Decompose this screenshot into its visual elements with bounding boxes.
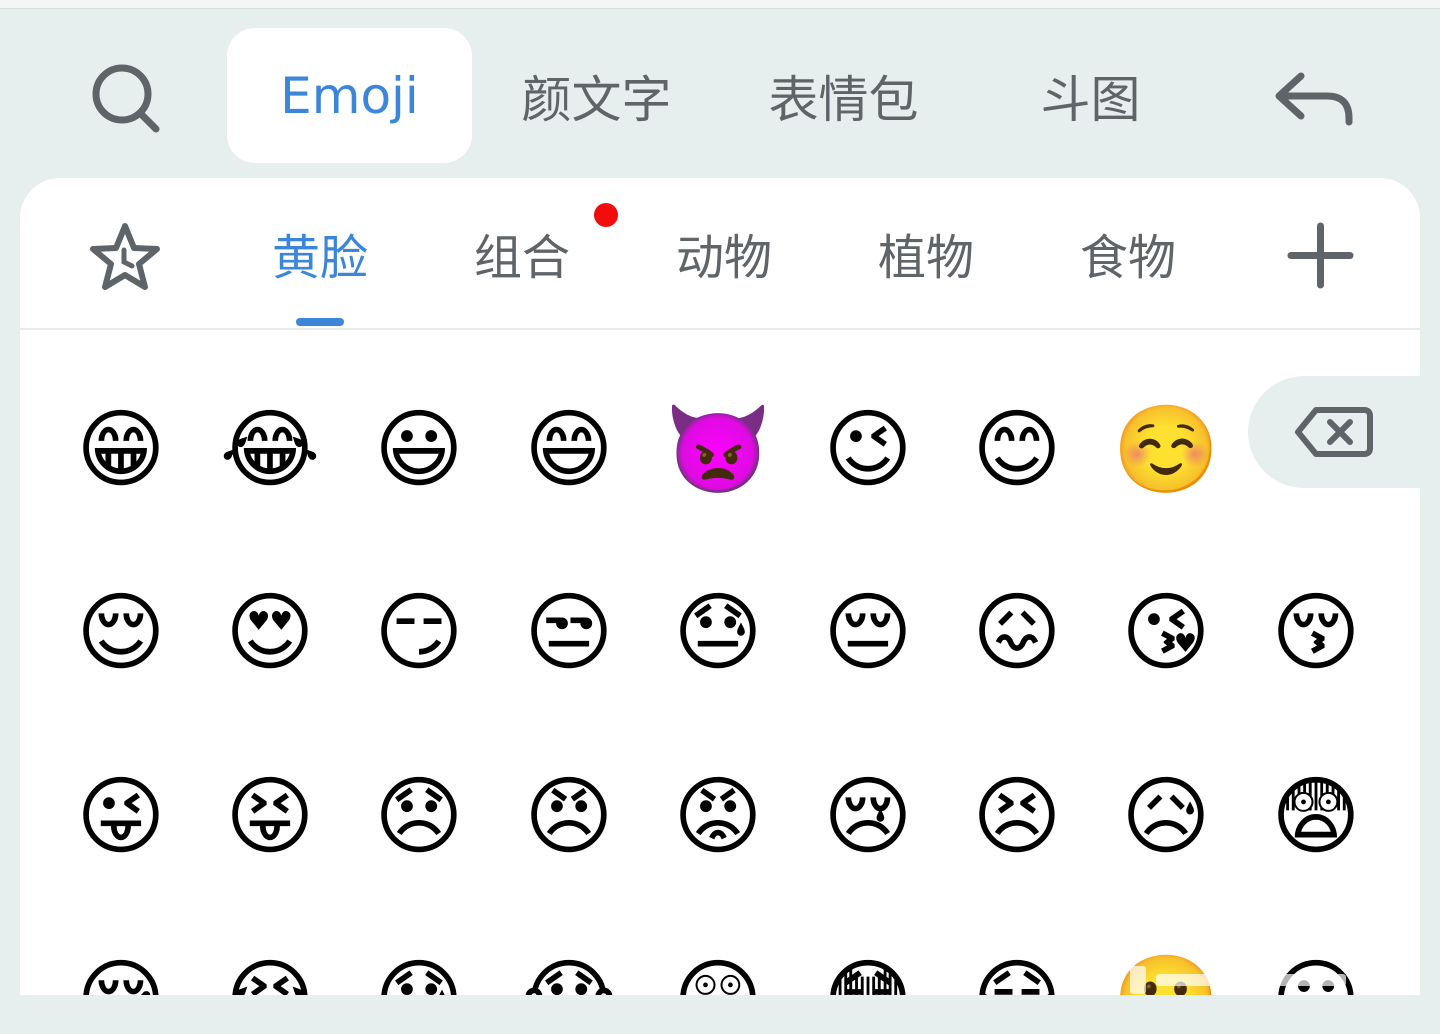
emoji-key[interactable]: ☺️ <box>1101 385 1231 515</box>
emoji-key[interactable]: 😖 <box>952 568 1082 698</box>
emoji-glyph: 😜 <box>76 767 166 867</box>
backspace-icon <box>1295 407 1373 457</box>
emoji-glyph: 😝 <box>225 767 315 867</box>
emoji-glyph: 😨 <box>1271 767 1361 867</box>
emoji-key[interactable]: 😍 <box>205 568 335 698</box>
emoji-glyph: 😏 <box>374 583 464 683</box>
emoji-glyph: ☺️ <box>1112 400 1220 500</box>
emoji-glyph: 😁 <box>76 400 166 500</box>
category-tab-yellow-faces[interactable]: 黄脸 <box>240 208 400 298</box>
tab-kaomoji[interactable]: 颜文字 <box>474 28 719 163</box>
emoji-glyph: 😡 <box>673 767 763 867</box>
emoji-key[interactable]: 😓 <box>653 568 783 698</box>
add-category-button[interactable] <box>1283 218 1358 293</box>
emoji-key[interactable]: 😞 <box>354 752 484 882</box>
emoji-glyph: 😞 <box>374 767 464 867</box>
delete-button[interactable] <box>1248 376 1420 488</box>
emoji-key[interactable]: 😘 <box>1101 568 1231 698</box>
emoji-glyph: 😪 <box>76 957 166 995</box>
favorites-button[interactable] <box>85 218 165 298</box>
new-badge <box>594 203 618 227</box>
category-tab-combos[interactable]: 组合 <box>442 208 602 298</box>
emoji-key[interactable]: 😭 <box>205 935 335 995</box>
emoji-key[interactable]: 😣 <box>952 752 1082 882</box>
active-tab-indicator <box>296 318 344 326</box>
emoji-glyph: 😊 <box>972 400 1062 500</box>
emoji-key[interactable]: 👿 <box>653 385 783 515</box>
category-tab-animals[interactable]: 动物 <box>644 208 804 298</box>
emoji-glyph: 😢 <box>823 767 913 867</box>
emoji-panel: 黄脸 组合 动物 植物 食物 😁 😂 😃 😄 👿 😉 😊 ☺️ 😌 😍 😏 😒 😓 😔 😖 😘 😚 😜 😝 😞 😠 😡 😢 😣… <box>20 178 1420 995</box>
emoji-glyph: 😄 <box>524 400 614 500</box>
status-strip <box>0 0 1440 9</box>
back-arrow-icon <box>1275 72 1353 126</box>
emoji-glyph: 😳 <box>823 957 913 995</box>
emoji-key[interactable]: 😪 <box>56 935 186 995</box>
watermark <box>1040 960 1420 1000</box>
emoji-glyph: 😰 <box>374 957 464 995</box>
tab-emoji[interactable]: Emoji <box>227 28 472 163</box>
emoji-glyph: 😲 <box>673 957 763 995</box>
emoji-key[interactable]: 😳 <box>803 935 933 995</box>
category-bar: 黄脸 组合 动物 植物 食物 <box>20 178 1420 330</box>
emoji-key[interactable]: 😔 <box>803 568 933 698</box>
keyboard-top-bar: Emoji 颜文字 表情包 斗图 <box>0 18 1440 168</box>
search-icon <box>92 64 160 133</box>
plus-icon <box>1287 222 1354 289</box>
emoji-glyph: 😚 <box>1271 583 1361 683</box>
emoji-grid: 😁😂😃😄👿😉😊☺️😌😍😏😒😓😔😖😘😚😜😝😞😠😡😢😣😥😨😪😭😰😱😲😳😷🙂😀 <box>20 328 1420 995</box>
emoji-glyph: 😖 <box>972 583 1062 683</box>
search-button[interactable] <box>82 56 172 146</box>
category-tab-plants[interactable]: 植物 <box>846 208 1006 298</box>
tab-meme-battle[interactable]: 斗图 <box>968 28 1213 163</box>
emoji-glyph: 😌 <box>76 583 166 683</box>
emoji-key[interactable]: 😏 <box>354 568 484 698</box>
star-clock-icon <box>90 223 160 290</box>
emoji-key[interactable]: 😃 <box>354 385 484 515</box>
emoji-glyph: 😂 <box>219 400 321 500</box>
emoji-key[interactable]: 😒 <box>504 568 634 698</box>
emoji-key[interactable]: 😢 <box>803 752 933 882</box>
emoji-key[interactable]: 😨 <box>1251 752 1381 882</box>
emoji-glyph: 😉 <box>823 400 913 500</box>
emoji-glyph: 😔 <box>823 583 913 683</box>
emoji-glyph: 👿 <box>664 400 772 500</box>
emoji-key[interactable]: 😌 <box>56 568 186 698</box>
emoji-glyph: 😘 <box>1121 583 1211 683</box>
emoji-key[interactable]: 😱 <box>504 935 634 995</box>
emoji-glyph: 😒 <box>524 583 614 683</box>
emoji-glyph: 😱 <box>524 957 614 995</box>
emoji-key[interactable]: 😁 <box>56 385 186 515</box>
emoji-key[interactable]: 😄 <box>504 385 634 515</box>
emoji-glyph: 😣 <box>972 767 1062 867</box>
emoji-key[interactable]: 😰 <box>354 935 484 995</box>
emoji-key[interactable]: 😂 <box>205 385 335 515</box>
emoji-key[interactable]: 😥 <box>1101 752 1231 882</box>
emoji-key[interactable]: 😝 <box>205 752 335 882</box>
back-button[interactable] <box>1265 60 1365 140</box>
emoji-glyph: 😃 <box>374 400 464 500</box>
emoji-glyph: 😭 <box>220 957 321 995</box>
emoji-key[interactable]: 😚 <box>1251 568 1381 698</box>
category-tab-food[interactable]: 食物 <box>1048 208 1208 298</box>
emoji-key[interactable]: 😠 <box>504 752 634 882</box>
emoji-glyph: 😠 <box>524 767 614 867</box>
emoji-key[interactable]: 😉 <box>803 385 933 515</box>
emoji-glyph: 😍 <box>225 583 315 683</box>
emoji-glyph: 😓 <box>673 583 763 683</box>
emoji-key[interactable]: 😜 <box>56 752 186 882</box>
emoji-key[interactable]: 😊 <box>952 385 1082 515</box>
emoji-key[interactable]: 😡 <box>653 752 783 882</box>
emoji-glyph: 😥 <box>1121 767 1211 867</box>
tab-sticker-packs[interactable]: 表情包 <box>721 28 966 163</box>
emoji-key[interactable]: 😲 <box>653 935 783 995</box>
